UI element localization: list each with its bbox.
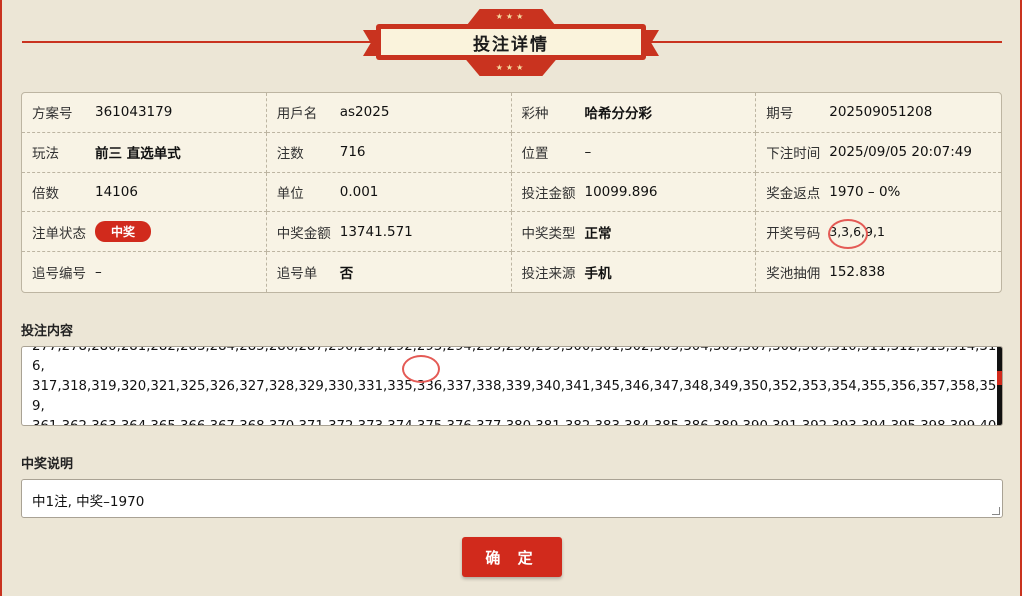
info-cell: 方案号 361043179 (22, 93, 267, 133)
info-value: as2025 (339, 104, 390, 121)
title-banner: 投注详情 (376, 24, 646, 60)
info-label: 中奖金额 (276, 225, 331, 242)
info-value: – (584, 144, 592, 161)
bet-content-line: 277,278,280,281,282,283,284,285,286,287,… (32, 346, 997, 374)
info-cell: 奖池抽佣 152.838 (756, 252, 1001, 292)
info-value: 152.838 (829, 264, 886, 281)
info-cell: 追号编号 – (22, 252, 267, 292)
info-value: 14106 (95, 183, 138, 200)
bet-content-line: 361,362,363,364,365,366,367,368,370,371,… (32, 417, 997, 425)
info-cell: 奖金返点 1970 – 0% (756, 173, 1001, 213)
info-value: 1970 – 0% (829, 183, 901, 200)
info-value: 2025/09/05 20:07:49 (829, 144, 972, 161)
info-value: 202509051208 (829, 104, 933, 121)
bet-content-text: 277,278,280,281,282,283,284,285,286,287,… (32, 346, 997, 425)
info-label: 奖池抽佣 (766, 266, 821, 283)
info-value: 13741.571 (339, 223, 413, 240)
info-value: – (95, 264, 102, 281)
resize-handle-icon[interactable] (992, 507, 1000, 515)
info-value: 手机 (584, 266, 612, 283)
info-cell: 投注来源 手机 (512, 252, 757, 292)
info-label: 投注金额 (521, 185, 576, 202)
info-label: 追号编号 (32, 266, 86, 283)
status-badge: 中奖 (95, 221, 152, 243)
info-value: 正常 (584, 225, 612, 242)
info-label: 方案号 (32, 106, 73, 123)
stars-bottom-icon: ★★★ (495, 63, 527, 72)
info-cell: 追号单 否 (267, 252, 512, 292)
header-line-right (650, 41, 1002, 43)
info-value: 10099.896 (584, 183, 658, 200)
info-cell: 注数 716 (266, 132, 512, 173)
info-cell: 注单状态 中奖 (22, 212, 267, 253)
info-value: 前三 直选单式 (95, 146, 181, 163)
info-cell: 开奖号码 3,3,6,9,1 (756, 212, 1001, 253)
header-line-left (22, 41, 372, 43)
info-label: 玩法 (32, 146, 59, 163)
info-value: 3,3,6,9,1 (829, 224, 885, 240)
info-value: 哈希分分彩 (584, 106, 653, 123)
info-label: 注单状态 (32, 225, 86, 242)
info-label: 追号单 (276, 266, 318, 283)
info-value: 0.001 (339, 183, 379, 200)
win-explanation-text: 中1注, 中奖–1970 (32, 494, 145, 510)
info-label: 下注时间 (766, 146, 821, 163)
info-cell: 投注金额 10099.896 (511, 172, 757, 213)
info-label: 中奖类型 (521, 225, 576, 242)
win-explanation-field[interactable]: 中1注, 中奖–1970 (21, 479, 1003, 518)
bet-content-line: 317,318,319,320,321,325,326,327,328,329,… (32, 379, 997, 414)
explain-label: 中奖说明 (21, 457, 74, 472)
content-label: 投注内容 (21, 324, 74, 339)
info-cell: 单位 0.001 (266, 172, 512, 213)
info-cell: 下注时间 2025/09/05 20:07:49 (756, 133, 1001, 173)
info-cell: 中奖金额 13741.571 (266, 212, 512, 253)
info-label: 期号 (766, 106, 794, 123)
info-label: 倍数 (32, 185, 59, 202)
info-cell: 倍数 14106 (22, 172, 267, 213)
bet-info-grid: 方案号 361043179 用戶名 as2025 彩种 哈希分分彩 期号 2025090512… (21, 92, 1002, 293)
scrollbar[interactable] (997, 347, 1002, 425)
page-title: 投注详情 (379, 27, 643, 57)
info-label: 投注来源 (521, 266, 576, 283)
info-cell: 用戶名 as2025 (266, 93, 512, 133)
info-label: 奖金返点 (766, 185, 821, 202)
info-label: 注数 (276, 146, 304, 163)
info-label: 用戶名 (276, 106, 318, 123)
confirm-button[interactable]: 确 定 (462, 537, 562, 577)
info-value: 否 (339, 266, 354, 283)
info-cell: 位置 – (511, 132, 757, 173)
bet-content-box[interactable]: 277,278,280,281,282,283,284,285,286,287,… (21, 346, 1003, 426)
info-cell: 中奖类型 正常 (511, 212, 757, 253)
stars-top-icon: ★★★ (495, 12, 527, 21)
scrollbar-thumb[interactable] (997, 371, 1002, 385)
info-cell: 玩法 前三 直选单式 (22, 132, 267, 173)
info-value: 361043179 (95, 104, 173, 121)
info-label: 位置 (521, 146, 549, 163)
info-label: 开奖号码 (766, 225, 821, 242)
info-cell: 期号 202509051208 (756, 93, 1001, 133)
info-value: 716 (339, 144, 366, 161)
info-label: 单位 (276, 185, 304, 202)
left-frame (0, 0, 2, 596)
info-cell: 彩种 哈希分分彩 (511, 93, 757, 133)
info-label: 彩种 (521, 106, 549, 123)
